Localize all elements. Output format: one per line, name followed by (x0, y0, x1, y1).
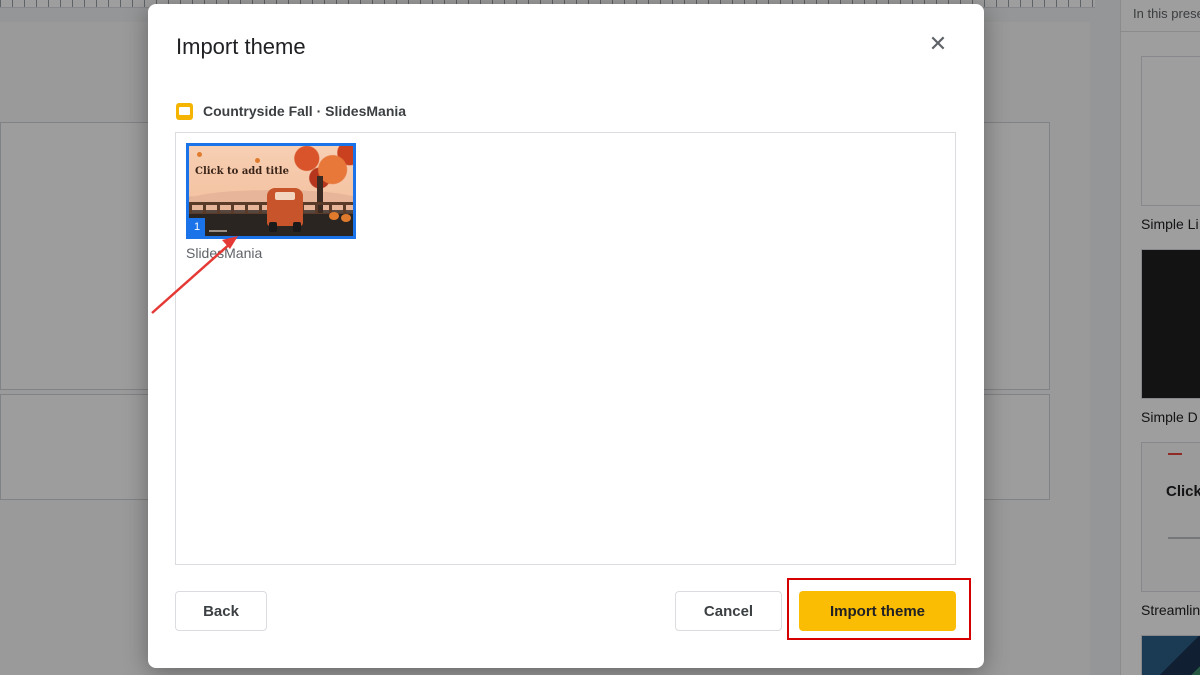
arrow-annotation (151, 236, 238, 314)
